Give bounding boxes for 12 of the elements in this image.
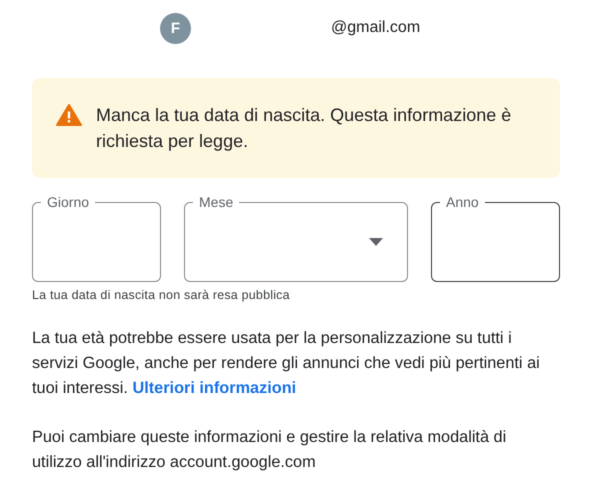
learn-more-link[interactable]: Ulteriori informazioni [132, 379, 296, 397]
warning-icon [56, 104, 82, 126]
caret-icon [369, 238, 383, 246]
info-paragraph: Puoi cambiare queste informazioni e gestire la relativa modalità di utilizzo all'indirizzo account.google.com [32, 427, 508, 473]
avatar: F [160, 12, 191, 44]
input-field[interactable]: Giorno [32, 194, 161, 282]
account-email: @gmail.com [331, 19, 420, 37]
input-field[interactable]: Anno [431, 194, 560, 282]
info-paragraph: La tua età potrebbe essere usata per la personalizzazione su tutti i servizi Google, anche per rendere gli annunci che vedi più pertinenti ai tuoi interessi. Ulteriori informazioni [32, 328, 541, 399]
hint-text: La tua data di nascita non sarà resa pubblica [32, 288, 291, 302]
warning-message: Manca la tua data di nascita. Questa informazione è richiesta per legge. [96, 104, 512, 153]
month-dropdown[interactable]: Mese [184, 194, 408, 282]
